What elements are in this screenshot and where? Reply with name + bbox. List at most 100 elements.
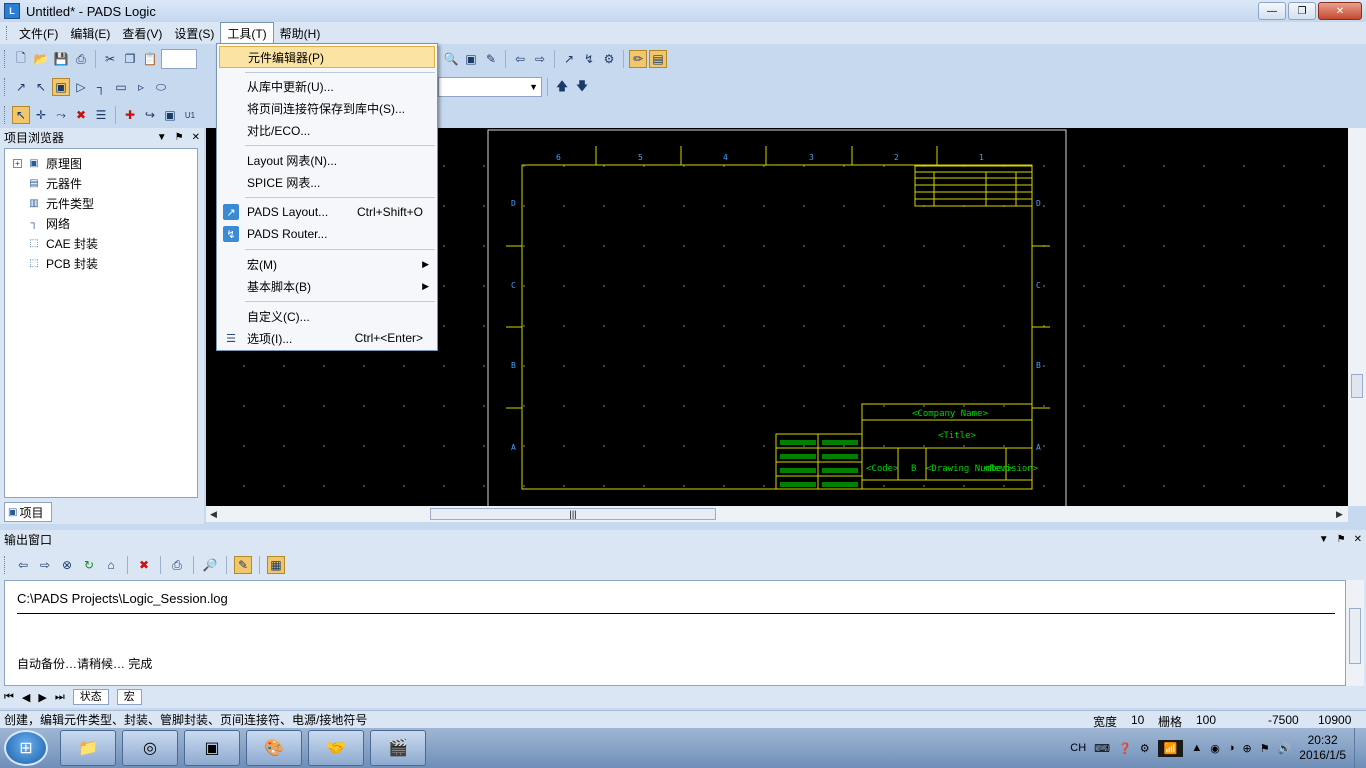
toolbar-grip[interactable] [4, 50, 7, 68]
menu-item-pads-layout[interactable]: ↗ PADS Layout... Ctrl+Shift+O [219, 201, 435, 223]
pane-close-icon[interactable]: ✕ [192, 132, 200, 143]
output-vertical-scrollbar[interactable] [1346, 580, 1364, 686]
filter-any-icon[interactable]: ↖ [32, 78, 50, 96]
menubar-grip[interactable] [6, 26, 9, 40]
print-icon[interactable]: ⎙ [168, 556, 186, 574]
show-hidden-icons-icon[interactable]: ▲ [1191, 742, 1202, 754]
add-wire-icon[interactable]: ⤳ [52, 106, 70, 124]
menu-item-layout-netlist[interactable]: Layout 网表(N)... [219, 149, 435, 171]
toolbar-grip[interactable] [4, 78, 7, 96]
menu-view[interactable]: 查看(V) [116, 23, 168, 44]
keyboard-icon[interactable]: ⌨ [1094, 742, 1110, 755]
volume-icon[interactable]: 🔊 [1278, 742, 1292, 755]
pads-layout-toolbar-icon[interactable]: ↗ [560, 50, 578, 68]
cut-icon[interactable]: ✂ [101, 50, 119, 68]
pads-logic-taskbar-icon[interactable]: ▣ [184, 730, 240, 766]
menu-item-options[interactable]: ☰ 选项(I)... Ctrl+<Enter> [219, 327, 435, 349]
help-icon[interactable]: ❓ [1118, 742, 1132, 755]
action-center-icon[interactable]: ⚑ [1260, 742, 1270, 755]
home-icon[interactable]: ⌂ [102, 556, 120, 574]
board-icon[interactable]: ▣ [462, 50, 480, 68]
menu-help[interactable]: 帮助(H) [274, 23, 327, 44]
toolbar-grip[interactable] [4, 106, 7, 124]
tab-nav-first-icon[interactable]: ⏮ [4, 691, 14, 704]
network-icon[interactable]: 📶 [1157, 739, 1184, 757]
minimize-button[interactable]: — [1258, 2, 1286, 20]
tree-item-schematic[interactable]: + ▣ 原理图 [5, 153, 197, 173]
tab-nav-next-icon[interactable]: ▶ [38, 691, 46, 704]
menu-tools[interactable]: 工具(T) [220, 22, 274, 44]
scrollbar-thumb[interactable] [1349, 608, 1361, 664]
save-icon[interactable]: 💾 [52, 50, 70, 68]
paint-icon[interactable]: 🎨 [246, 730, 302, 766]
qq-icon[interactable]: ◉ [1210, 742, 1220, 755]
stop-icon[interactable]: ⊗ [58, 556, 76, 574]
move-icon[interactable]: ✛ [32, 106, 50, 124]
menu-file[interactable]: 文件(F) [13, 23, 64, 44]
eco-icon[interactable]: ⚙ [600, 50, 618, 68]
grid-view-icon[interactable]: ▦ [267, 556, 285, 574]
menu-item-update-from-library[interactable]: 从库中更新(U)... [219, 75, 435, 97]
move-up-icon[interactable]: 🡅 [553, 78, 571, 96]
pin-icon[interactable]: ⚑ [175, 132, 184, 143]
pin-icon[interactable]: ⚑ [1337, 534, 1346, 545]
menu-item-customize[interactable]: 自定义(C)... [219, 305, 435, 327]
refresh-icon[interactable]: ↻ [80, 556, 98, 574]
select-connectors-icon[interactable]: ⬭ [152, 78, 170, 96]
edit-icon[interactable]: ✎ [234, 556, 252, 574]
find-icon[interactable]: 🔎 [201, 556, 219, 574]
scroll-right-icon[interactable]: ▶ [1336, 509, 1343, 520]
tab-nav-prev-icon[interactable]: ◀ [22, 691, 30, 704]
add-text-icon[interactable]: ▣ [161, 106, 179, 124]
tab-nav-last-icon[interactable]: ⏭ [55, 691, 65, 704]
layer-combo[interactable] [161, 49, 197, 69]
add-bus-icon[interactable]: ↪ [141, 106, 159, 124]
tray-options-icon[interactable]: ⚙ [1140, 742, 1150, 755]
clock[interactable]: 20:32 2016/1/5 [1299, 733, 1346, 763]
add-part-icon[interactable]: ✚ [121, 106, 139, 124]
properties-icon[interactable]: ☰ [92, 106, 110, 124]
browser-icon[interactable]: ◎ [122, 730, 178, 766]
menu-edit[interactable]: 编辑(E) [64, 23, 116, 44]
tree-item-pcb-decals[interactable]: ⬚ PCB 封装 [5, 253, 197, 273]
tree-item-part-types[interactable]: ▥ 元件类型 [5, 193, 197, 213]
tab-project[interactable]: ▣ 项目 [4, 502, 52, 522]
delete-icon[interactable]: ✖ [72, 106, 90, 124]
next-view-icon[interactable]: ⇨ [531, 50, 549, 68]
selection-combo[interactable]: ▼ [438, 77, 542, 97]
print-icon[interactable]: ⎙ [72, 50, 90, 68]
scroll-left-icon[interactable]: ◀ [210, 509, 217, 520]
handshake-app-icon[interactable]: 🤝 [308, 730, 364, 766]
expand-icon[interactable]: + [13, 158, 22, 168]
clear-icon[interactable]: ✖ [135, 556, 153, 574]
pads-router-toolbar-icon[interactable]: ↯ [580, 50, 598, 68]
output-text-area[interactable]: C:\PADS Projects\Logic_Session.log 自动备份…… [4, 580, 1346, 686]
back-icon[interactable]: ⇦ [14, 556, 32, 574]
select-gates-icon[interactable]: ▷ [72, 78, 90, 96]
file-explorer-icon[interactable]: 📁 [60, 730, 116, 766]
select-pins-icon[interactable]: ┐ [92, 78, 110, 96]
move-down-icon[interactable]: 🡇 [573, 78, 591, 96]
forward-icon[interactable]: ⇨ [36, 556, 54, 574]
menu-setup[interactable]: 设置(S) [168, 23, 220, 44]
tree-item-components[interactable]: ▤ 元器件 [5, 173, 197, 193]
scrollbar-thumb[interactable] [1351, 374, 1363, 398]
pane-menu-icon[interactable]: ▼ [1319, 534, 1329, 545]
pane-menu-icon[interactable]: ▼ [157, 132, 167, 143]
add-icon[interactable]: ⊕ [1242, 742, 1251, 755]
new-icon[interactable]: 🗋 [12, 50, 30, 68]
canvas-vertical-scrollbar[interactable] [1348, 128, 1366, 506]
close-button[interactable]: ✕ [1318, 2, 1362, 20]
scrollbar-thumb[interactable]: ||| [430, 508, 716, 520]
menu-item-save-connectors[interactable]: 将页间连接符保存到库中(S)... [219, 97, 435, 119]
menu-item-part-editor[interactable]: 元件编辑器(P) [219, 46, 435, 68]
menu-item-basic-scripts[interactable]: 基本脚本(B) ▶ [219, 275, 435, 297]
tab-macro[interactable]: 宏 [116, 689, 142, 705]
copy-icon[interactable]: ❐ [121, 50, 139, 68]
design-toolbar-toggle-icon[interactable]: ✏ [629, 50, 647, 68]
renumber-icon[interactable]: U1 [181, 106, 199, 124]
selection-toolbar-toggle-icon[interactable]: ▤ [649, 50, 667, 68]
select-nets-icon[interactable]: ▹ [132, 78, 150, 96]
redraw-icon[interactable]: ✎ [482, 50, 500, 68]
pane-close-icon[interactable]: ✕ [1354, 534, 1362, 545]
